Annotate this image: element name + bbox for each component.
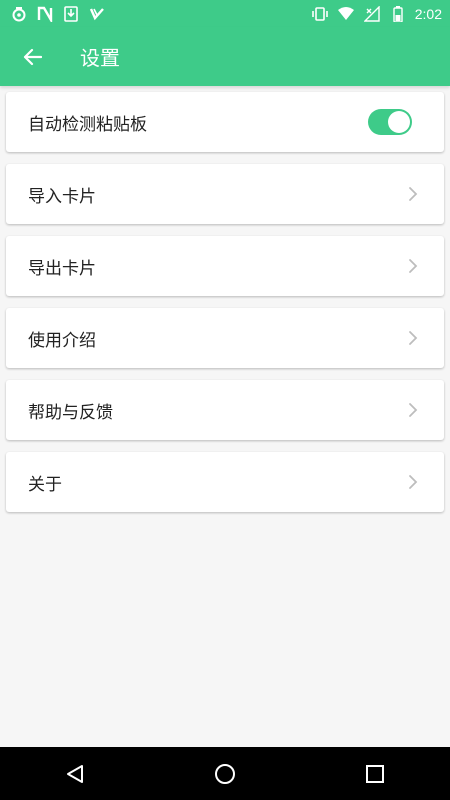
arrow-left-icon[interactable]: [20, 45, 44, 69]
export-cards-label: 导出卡片: [28, 258, 96, 279]
help-feedback-label: 帮助与反馈: [28, 402, 113, 423]
chevron-right-icon: [406, 401, 420, 419]
download-icon: [62, 5, 80, 23]
system-nav-bar: [0, 747, 450, 800]
vibrate-icon: [311, 5, 329, 23]
usage-intro-item[interactable]: 使用介绍: [6, 308, 444, 368]
home-circle-icon[interactable]: [201, 750, 249, 798]
status-bar: 2:02: [0, 0, 450, 27]
auto-detect-clipboard-item[interactable]: 自动检测粘贴板: [6, 92, 444, 152]
wifi-icon: [337, 5, 355, 23]
usage-intro-label: 使用介绍: [28, 330, 96, 351]
checkmark-app-icon: [88, 5, 106, 23]
n-app-icon: [36, 5, 54, 23]
battery-icon: [389, 5, 407, 23]
auto-detect-clipboard-label: 自动检测粘贴板: [28, 114, 147, 135]
chevron-right-icon: [406, 185, 420, 203]
help-feedback-item[interactable]: 帮助与反馈: [6, 380, 444, 440]
app-bar: 设置: [0, 27, 450, 86]
about-label: 关于: [28, 474, 62, 495]
chevron-right-icon: [406, 473, 420, 491]
import-cards-label: 导入卡片: [28, 186, 96, 207]
back-triangle-icon[interactable]: [51, 750, 99, 798]
recents-square-icon[interactable]: [351, 750, 399, 798]
toggle-knob: [388, 111, 410, 133]
page-title: 设置: [80, 46, 120, 70]
chevron-right-icon: [406, 329, 420, 347]
import-cards-item[interactable]: 导入卡片: [6, 164, 444, 224]
signal-icon: [363, 5, 381, 23]
auto-detect-clipboard-toggle[interactable]: [368, 109, 412, 135]
export-cards-item[interactable]: 导出卡片: [6, 236, 444, 296]
about-item[interactable]: 关于: [6, 452, 444, 512]
status-time: 2:02: [414, 5, 442, 22]
sync-app-icon: [10, 5, 28, 23]
chevron-right-icon: [406, 257, 420, 275]
settings-list: 自动检测粘贴板 导入卡片 导出卡片 使用介绍 帮助与反馈 关于: [6, 92, 444, 524]
